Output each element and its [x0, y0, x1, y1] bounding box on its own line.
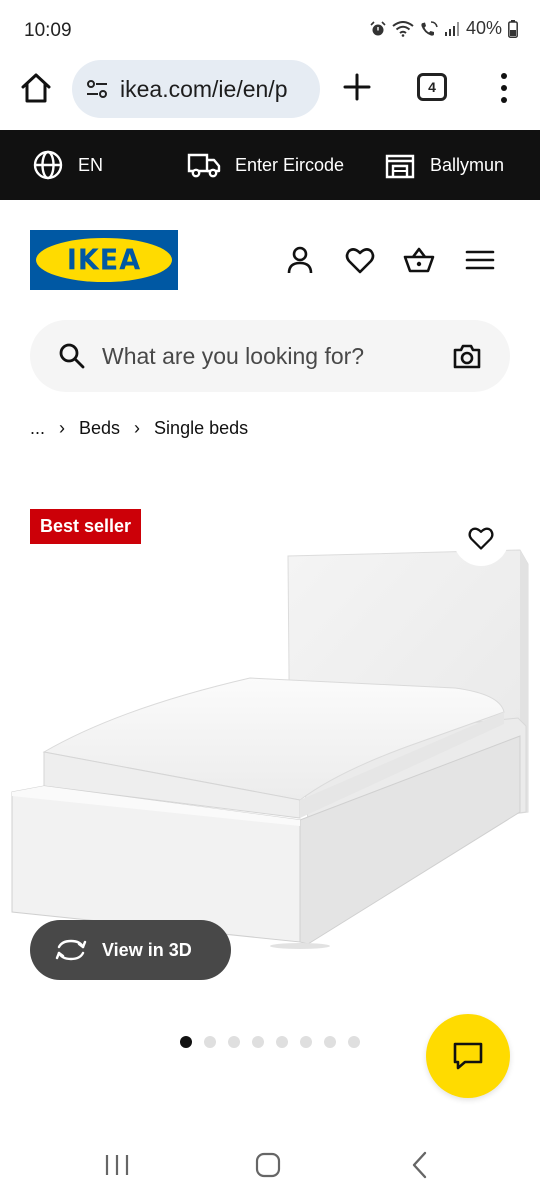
rotate-3d-icon — [55, 939, 87, 961]
language-selector[interactable]: EN — [32, 130, 103, 200]
globe-icon — [33, 150, 63, 180]
profile-icon[interactable] — [284, 244, 316, 276]
delivery-truck-icon — [187, 153, 221, 178]
status-icons: 40% — [370, 18, 518, 39]
more-vert-icon[interactable] — [494, 70, 514, 106]
battery-icon — [508, 19, 518, 38]
carousel-dot[interactable] — [276, 1036, 288, 1048]
url-text: ikea.com/ie/en/p — [120, 75, 288, 102]
chat-icon — [453, 1042, 483, 1070]
home-icon[interactable] — [18, 70, 54, 106]
status-bar: 10:09 40% — [0, 0, 540, 56]
back-icon[interactable] — [405, 1150, 435, 1180]
basket-icon[interactable] — [403, 244, 435, 276]
breadcrumb-item-single-beds[interactable]: Single beds — [154, 418, 248, 439]
carousel-dot[interactable] — [180, 1036, 192, 1048]
status-time: 10:09 — [24, 20, 72, 41]
heart-icon[interactable] — [344, 244, 376, 276]
wifi-icon — [392, 20, 414, 37]
eircode-selector[interactable]: Enter Eircode — [187, 130, 344, 200]
carousel-dot[interactable] — [324, 1036, 336, 1048]
carousel-dot[interactable] — [252, 1036, 264, 1048]
browser-toolbar: ikea.com/ie/en/p 4 — [0, 56, 540, 130]
recent-apps-icon[interactable] — [102, 1150, 132, 1180]
site-header: IKEA — [0, 200, 540, 312]
signal-icon — [444, 21, 459, 36]
store-selector[interactable]: Ballymun — [384, 130, 504, 200]
home-nav-icon[interactable] — [253, 1150, 283, 1180]
logo-oval: IKEA — [36, 238, 172, 282]
wifi-calling-icon — [421, 20, 438, 36]
search-input[interactable] — [102, 320, 422, 392]
camera-search-icon[interactable] — [452, 342, 482, 370]
view-in-3d-button[interactable]: View in 3D — [30, 920, 231, 980]
image-carousel-dots — [180, 1036, 360, 1048]
store-label: Ballymun — [430, 154, 505, 175]
store-icon — [385, 154, 415, 179]
search-bar — [30, 320, 510, 392]
new-tab-plus-icon[interactable] — [340, 70, 374, 104]
product-image[interactable] — [0, 500, 540, 980]
address-bar[interactable]: ikea.com/ie/en/p — [72, 60, 320, 118]
alarm-icon — [370, 20, 386, 35]
breadcrumb-separator: › — [59, 418, 66, 438]
carousel-dot[interactable] — [204, 1036, 216, 1048]
breadcrumb: ... › Beds › Single beds — [30, 418, 248, 439]
best-seller-badge: Best seller — [30, 509, 142, 544]
breadcrumb-separator: › — [134, 418, 141, 438]
language-label: EN — [78, 154, 104, 175]
tab-count: 4 — [428, 79, 436, 95]
system-navigation-bar — [0, 1128, 540, 1200]
view-in-3d-label: View in 3D — [102, 939, 192, 960]
site-settings-icon[interactable] — [84, 76, 110, 102]
heart-icon — [468, 527, 494, 550]
search-icon[interactable] — [58, 342, 86, 370]
eircode-label: Enter Eircode — [235, 154, 345, 175]
add-to-favourites-button[interactable] — [453, 510, 509, 566]
service-bar: EN Enter Eircode Ballymun — [0, 130, 540, 200]
carousel-dot[interactable] — [228, 1036, 240, 1048]
breadcrumb-ellipsis[interactable]: ... — [30, 418, 45, 439]
tab-switcher-button[interactable]: 4 — [417, 73, 447, 101]
battery-percent: 40% — [465, 18, 502, 38]
carousel-dot[interactable] — [348, 1036, 360, 1048]
carousel-dot[interactable] — [300, 1036, 312, 1048]
logo-text: IKEA — [66, 243, 142, 277]
hamburger-menu-icon[interactable] — [464, 244, 496, 276]
badge-label: Best seller — [40, 516, 132, 536]
breadcrumb-item-beds[interactable]: Beds — [79, 418, 120, 439]
ikea-logo[interactable]: IKEA — [30, 230, 178, 290]
chat-button[interactable] — [426, 1014, 510, 1098]
